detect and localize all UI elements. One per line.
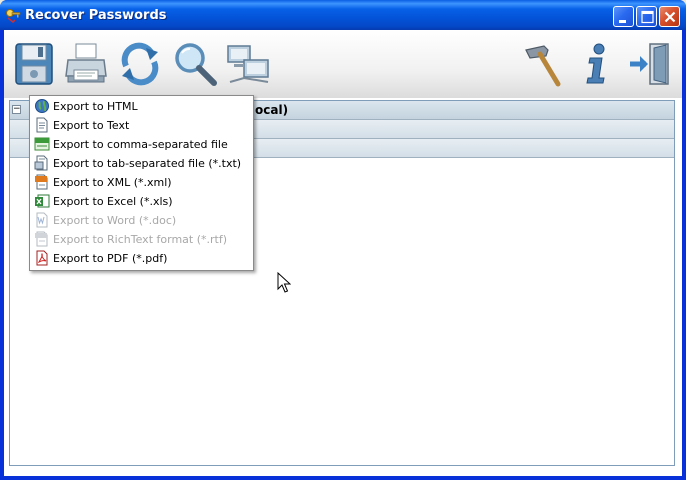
collapse-icon[interactable]: − [12, 105, 21, 114]
refresh-icon [121, 42, 159, 86]
exit-button[interactable] [626, 40, 674, 88]
tools-button[interactable] [518, 40, 566, 88]
menu-item-label: Export to tab-separated file (*.txt) [53, 157, 242, 170]
save-button[interactable] [10, 40, 58, 88]
exit-door-icon [630, 43, 669, 85]
floppy-save-icon [15, 43, 53, 85]
main-toolbar [4, 30, 682, 98]
maximize-icon [641, 10, 654, 24]
maximize-button[interactable] [636, 6, 657, 27]
menu-item-label: Export to Word (*.doc) [53, 214, 177, 227]
excel-icon [35, 194, 50, 208]
export-menu: Export to HTML Export to Text Export to … [29, 95, 254, 271]
menu-item-label: Export to comma-separated file [53, 138, 228, 151]
rtf-icon [35, 231, 48, 247]
menu-item-label: Export to Text [53, 119, 130, 132]
menu-item-label: Export to RichText format (*.rtf) [53, 233, 227, 246]
app-key-icon [6, 9, 21, 23]
xml-icon [35, 174, 48, 190]
network-button[interactable] [224, 40, 272, 88]
menu-item-label: Export to PDF (*.pdf) [53, 252, 168, 265]
network-computers-icon [227, 45, 269, 83]
menu-item-export-text[interactable]: Export to Text [30, 116, 253, 135]
print-button[interactable] [62, 40, 110, 88]
menu-item-export-excel[interactable]: Export to Excel (*.xls) [30, 192, 253, 211]
search-button[interactable] [170, 40, 218, 88]
menu-item-export-tsv[interactable]: Export to tab-separated file (*.txt) [30, 154, 253, 173]
menu-item-export-html[interactable]: Export to HTML [30, 97, 253, 116]
about-button[interactable] [572, 40, 620, 88]
globe-icon [35, 99, 49, 113]
menu-item-export-rtf: Export to RichText format (*.rtf) [30, 230, 253, 249]
menu-item-label: Export to XML (*.xml) [53, 176, 172, 189]
refresh-button[interactable] [116, 40, 164, 88]
minimize-button[interactable] [613, 6, 634, 27]
menu-item-label: Export to HTML [53, 100, 138, 113]
printer-icon [65, 43, 107, 83]
menu-item-export-csv[interactable]: Export to comma-separated file [30, 135, 253, 154]
pdf-icon [36, 250, 48, 266]
tree-row-text: ocal) [255, 103, 289, 117]
word-icon [36, 212, 48, 228]
tsv-file-icon [34, 155, 48, 171]
minimize-icon [619, 20, 626, 23]
menu-item-export-word: Export to Word (*.doc) [30, 211, 253, 230]
info-icon [586, 43, 605, 84]
mouse-cursor-icon [277, 272, 291, 293]
hammer-icon [525, 45, 561, 87]
magnifier-icon [175, 43, 217, 86]
csv-icon [34, 137, 50, 151]
title-bar[interactable]: Recover Passwords [0, 0, 686, 30]
text-file-icon [36, 117, 48, 133]
close-button[interactable] [659, 6, 680, 27]
window-title: Recover Passwords [25, 8, 167, 23]
menu-item-export-xml[interactable]: Export to XML (*.xml) [30, 173, 253, 192]
menu-item-label: Export to Excel (*.xls) [53, 195, 173, 208]
close-icon [664, 11, 676, 23]
menu-item-export-pdf[interactable]: Export to PDF (*.pdf) [30, 249, 253, 268]
